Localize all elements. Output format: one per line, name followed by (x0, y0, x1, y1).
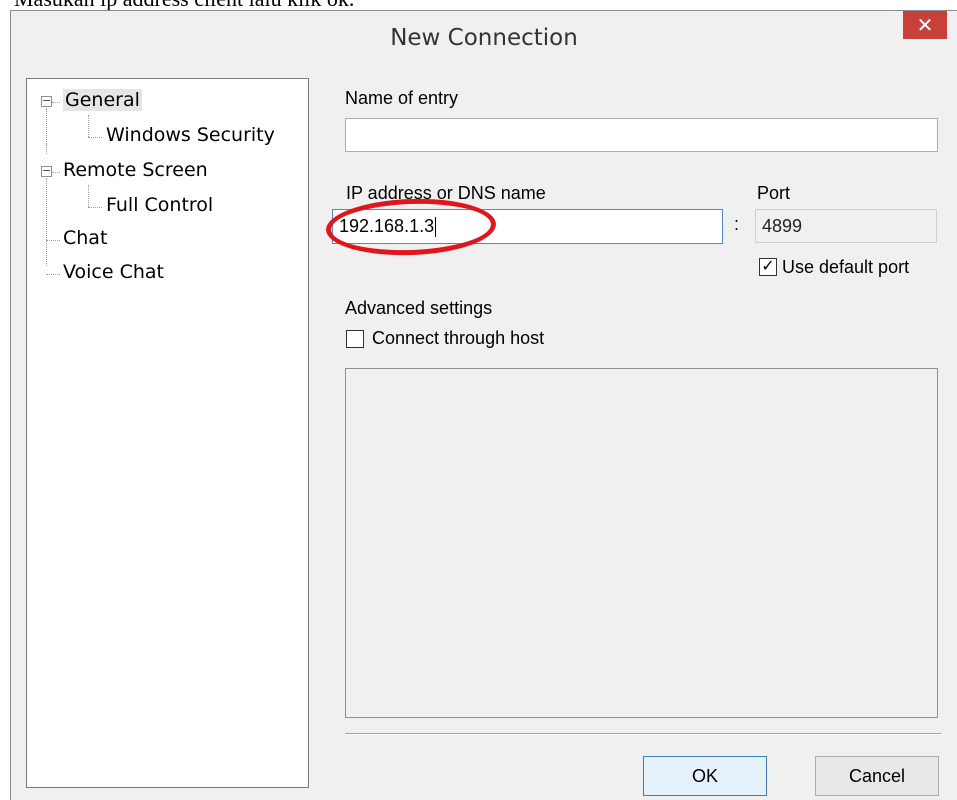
dialog-title: New Connection (390, 25, 578, 51)
tree-connector (46, 178, 47, 266)
port-input[interactable]: 4899 (755, 209, 937, 243)
tree-item-label: Remote Screen (63, 159, 208, 181)
tree-connector (88, 137, 102, 138)
tree-connector (88, 185, 89, 207)
ok-button[interactable]: OK (643, 756, 767, 796)
tree-connector (88, 115, 89, 137)
tree-item-voice-chat[interactable]: Voice Chat (63, 261, 164, 283)
cancel-button[interactable]: Cancel (815, 756, 939, 796)
checkmark-icon: ✓ (761, 258, 775, 275)
tree-item-general[interactable]: General (63, 89, 142, 111)
tree-item-chat[interactable]: Chat (63, 227, 107, 249)
tree-item-full-control[interactable]: Full Control (106, 194, 213, 216)
advanced-settings-panel (345, 368, 938, 718)
use-default-port-checkbox[interactable]: ✓ (759, 258, 777, 276)
tree-connector (52, 102, 60, 103)
tree-item-label: Voice Chat (63, 261, 165, 283)
title-bar[interactable]: New Connection ✕ (11, 11, 957, 69)
advanced-settings-label: Advanced settings (345, 298, 493, 318)
connect-through-host-label[interactable]: Connect through host (372, 328, 544, 349)
collapse-remote-screen-icon[interactable]: − (41, 165, 52, 177)
tree-connector (88, 207, 102, 208)
close-button[interactable]: ✕ (903, 11, 947, 39)
name-of-entry-input[interactable] (345, 118, 938, 152)
use-default-port-label[interactable]: Use default port (782, 257, 909, 278)
tree-connector (46, 240, 60, 241)
tree-connector (52, 172, 60, 173)
tree-item-windows-security[interactable]: Windows Security (106, 124, 275, 146)
tree-item-label: General (63, 89, 142, 111)
name-of-entry-label: Name of entry (345, 88, 459, 108)
tree-item-remote-screen[interactable]: Remote Screen (63, 159, 208, 181)
tree-item-label: Full Control (106, 194, 214, 216)
connect-through-host-checkbox[interactable] (346, 330, 364, 348)
tree-item-label: Windows Security (106, 124, 275, 146)
collapse-general-icon[interactable]: − (41, 95, 52, 107)
tree-item-label: Chat (63, 227, 108, 249)
tree-connector (46, 108, 47, 144)
tree-connector (46, 274, 60, 275)
button-separator (345, 733, 941, 735)
settings-tree: − General Windows Security − Remote Scre… (26, 78, 309, 788)
tree-connector (46, 144, 47, 154)
port-label: Port (757, 183, 791, 203)
close-icon: ✕ (916, 13, 934, 37)
port-separator: : (734, 214, 740, 234)
